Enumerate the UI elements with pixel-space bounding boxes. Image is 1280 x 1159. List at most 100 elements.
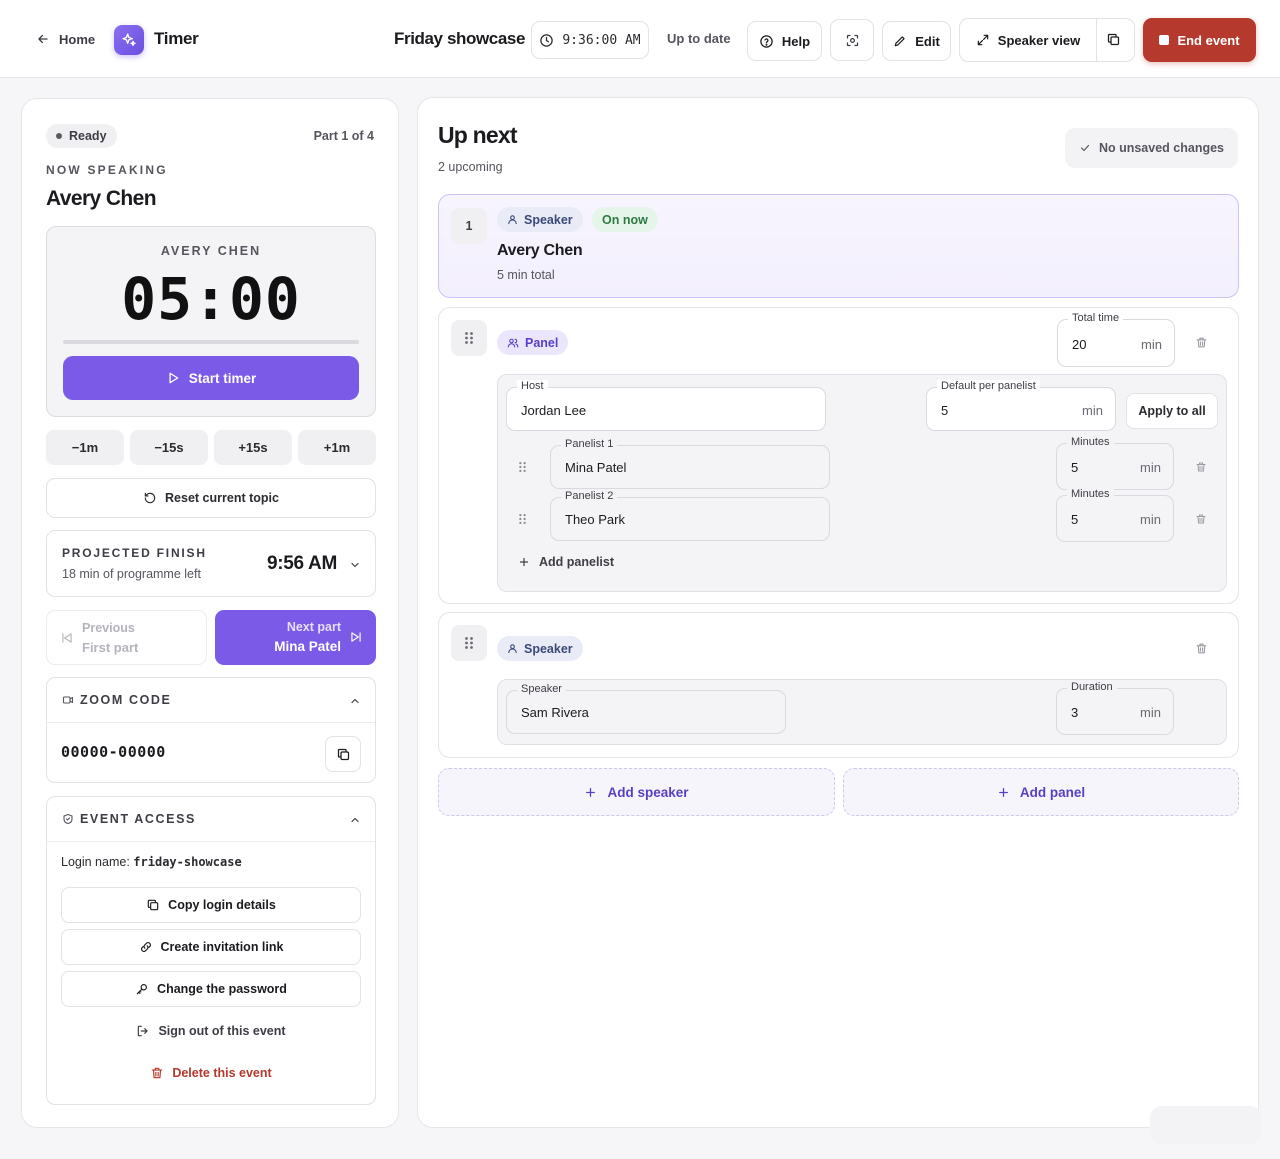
copy-login-label: Copy login details <box>168 898 276 912</box>
panel-tag: Panel <box>497 330 569 355</box>
panelist-2-minutes-field[interactable]: Minutes 5 min <box>1056 488 1174 542</box>
previous-part-button[interactable]: Previous First part <box>46 610 207 665</box>
divider <box>1096 19 1097 61</box>
event-access-header[interactable]: EVENT ACCESS <box>47 797 375 842</box>
floating-toast-placeholder <box>1150 1106 1262 1144</box>
next-name: Mina Patel <box>274 639 341 654</box>
status-dot <box>56 133 62 139</box>
plus-15s-button[interactable]: +15s <box>214 430 292 465</box>
delete-event-label: Delete this event <box>172 1066 272 1080</box>
agenda-item-current[interactable]: 1 Speaker On now Avery Chen 5 min total <box>438 194 1239 298</box>
delete-panelist-2-icon[interactable] <box>1195 513 1207 525</box>
projected-finish[interactable]: PROJECTED FINISH 18 min of programme lef… <box>46 530 376 597</box>
copy-link-icon[interactable] <box>1106 32 1121 47</box>
delete-panel-icon[interactable] <box>1195 336 1208 349</box>
speaker-view-label: Speaker view <box>997 32 1081 48</box>
panelist-1-minutes-field[interactable]: Minutes 5 min <box>1056 436 1174 490</box>
speaker-view-button[interactable]: Speaker view <box>959 18 1135 62</box>
default-per-panelist-unit: min <box>1082 403 1103 418</box>
status-badge: Ready <box>46 124 117 148</box>
event-access-title: EVENT ACCESS <box>80 812 196 826</box>
save-status: No unsaved changes <box>1064 128 1238 168</box>
timer-panel: Ready Part 1 of 4 NOW SPEAKING Avery Che… <box>21 98 399 1128</box>
on-now-badge: On now <box>592 207 658 232</box>
delete-speaker-icon[interactable] <box>1195 642 1208 655</box>
grip-icon <box>464 636 474 650</box>
skip-forward-icon <box>349 630 363 644</box>
focus-icon <box>845 33 860 48</box>
user-icon <box>507 643 518 654</box>
speaker-name-field[interactable]: Speaker Sam Rivera <box>506 683 786 734</box>
login-name: Login name: friday-showcase <box>61 855 242 869</box>
plus-icon <box>584 786 597 799</box>
next-part-button[interactable]: Next part Mina Patel <box>215 610 376 665</box>
minus-1m-button[interactable]: −1m <box>46 430 124 465</box>
default-per-panelist-field[interactable]: Default per panelist 5 min <box>926 380 1116 431</box>
drag-handle[interactable] <box>451 320 487 356</box>
sign-out-button[interactable]: Sign out of this event <box>61 1016 361 1046</box>
panel-details: Host Jordan Lee Default per panelist 5 m… <box>497 374 1227 592</box>
add-speaker-button[interactable]: Add speaker <box>438 768 835 816</box>
panelist-1-minutes-label: Minutes <box>1067 436 1114 448</box>
edit-button[interactable]: Edit <box>882 21 951 61</box>
zoom-code-title: ZOOM CODE <box>80 693 172 707</box>
minus-15s-button[interactable]: −15s <box>130 430 208 465</box>
top-bar: Home Timer Friday showcase 9:36:00 AM Up… <box>0 0 1280 78</box>
panelist-2-minutes: 5 <box>1071 512 1079 527</box>
shield-icon <box>62 813 74 825</box>
help-button[interactable]: Help <box>747 21 822 61</box>
plus-1m-button[interactable]: +1m <box>298 430 376 465</box>
copy-zoom-code-button[interactable] <box>325 736 361 772</box>
host-value: Jordan Lee <box>521 403 587 418</box>
end-event-button[interactable]: End event <box>1143 18 1256 62</box>
home-link[interactable]: Home <box>36 28 95 50</box>
agenda-item-panel: Panel Total time 20 min Host Jordan Lee … <box>438 307 1239 604</box>
chevron-down-icon <box>349 559 361 571</box>
panelist-drag-handle[interactable] <box>518 461 527 473</box>
default-per-panelist-value: 5 <box>941 403 949 418</box>
delete-panelist-1-icon[interactable] <box>1195 461 1207 473</box>
add-panel-label: Add panel <box>1019 784 1086 800</box>
speaker-duration-field[interactable]: Duration 3 min <box>1056 681 1174 735</box>
speaker-name-label: Speaker <box>517 683 566 695</box>
current-total: 5 min total <box>497 268 555 282</box>
current-clock: 9:36:00 AM <box>531 21 649 59</box>
projected-finish-label: PROJECTED FINISH <box>62 546 207 560</box>
timer-countdown: 05:00 <box>121 265 301 333</box>
total-time-unit: min <box>1141 337 1162 352</box>
add-panel-button[interactable]: Add panel <box>843 768 1239 816</box>
login-name-label: Login name: <box>61 855 130 869</box>
previous-name: First part <box>82 640 139 655</box>
drag-handle[interactable] <box>451 625 487 661</box>
copy-login-button[interactable]: Copy login details <box>61 887 361 923</box>
duration-value: 3 <box>1071 705 1079 720</box>
zoom-code-value: 00000-00000 <box>61 743 166 761</box>
change-password-label: Change the password <box>157 982 287 996</box>
add-panelist-button[interactable]: Add panelist <box>518 555 614 569</box>
current-speaker-name: Avery Chen <box>497 242 583 259</box>
host-field[interactable]: Host Jordan Lee <box>506 380 826 431</box>
video-icon <box>62 694 74 706</box>
panelist-1-name-field[interactable]: Panelist 1 Mina Patel <box>550 438 830 489</box>
sign-out-label: Sign out of this event <box>158 1024 286 1038</box>
now-speaking-label: NOW SPEAKING <box>46 163 168 177</box>
item-number: 1 <box>451 208 487 244</box>
start-timer-button[interactable]: Start timer <box>63 356 359 400</box>
reset-topic-button[interactable]: Reset current topic <box>46 478 376 518</box>
zoom-code-header[interactable]: ZOOM CODE <box>47 678 375 723</box>
panelist-2-label: Panelist 2 <box>561 490 618 502</box>
login-name-value: friday-showcase <box>133 855 242 869</box>
panel-total-time-field[interactable]: Total time 20 min <box>1057 312 1175 367</box>
panelist-drag-handle[interactable] <box>518 513 527 525</box>
delete-event-button[interactable]: Delete this event <box>61 1058 361 1088</box>
end-event-label: End event <box>1177 32 1240 48</box>
apply-to-all-button[interactable]: Apply to all <box>1126 393 1218 429</box>
change-password-button[interactable]: Change the password <box>61 971 361 1007</box>
create-invite-button[interactable]: Create invitation link <box>61 929 361 965</box>
home-label: Home <box>59 31 96 47</box>
panelist-2-name-field[interactable]: Panelist 2 Theo Park <box>550 490 830 541</box>
help-circle-icon <box>759 34 774 49</box>
speaker-details: Speaker Sam Rivera Duration 3 min <box>497 679 1227 745</box>
duration-unit: min <box>1140 705 1161 720</box>
focus-mode-button[interactable] <box>830 19 874 61</box>
